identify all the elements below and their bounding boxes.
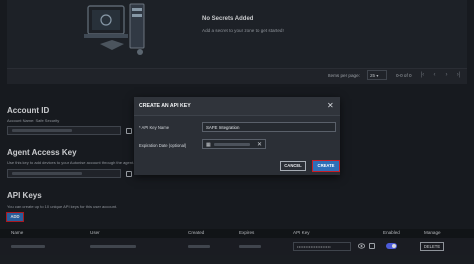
modal-title: CREATE AN API KEY [139, 103, 191, 109]
create-button[interactable]: CREATE [312, 160, 340, 172]
calendar-icon[interactable]: ▦ [206, 142, 211, 148]
api-key-name-label: * API Key Name [139, 125, 170, 130]
expiration-date-redacted [214, 143, 250, 146]
clear-date-icon[interactable]: ✕ [257, 141, 262, 148]
close-icon[interactable]: ✕ [327, 101, 334, 110]
expiration-date-input[interactable]: ▦ ✕ [202, 139, 266, 149]
cancel-button[interactable]: CANCEL [280, 161, 306, 171]
expiration-date-label: Expiration Date (optional) [139, 143, 187, 148]
api-key-name-input[interactable]: SAFE Integration [202, 122, 336, 132]
